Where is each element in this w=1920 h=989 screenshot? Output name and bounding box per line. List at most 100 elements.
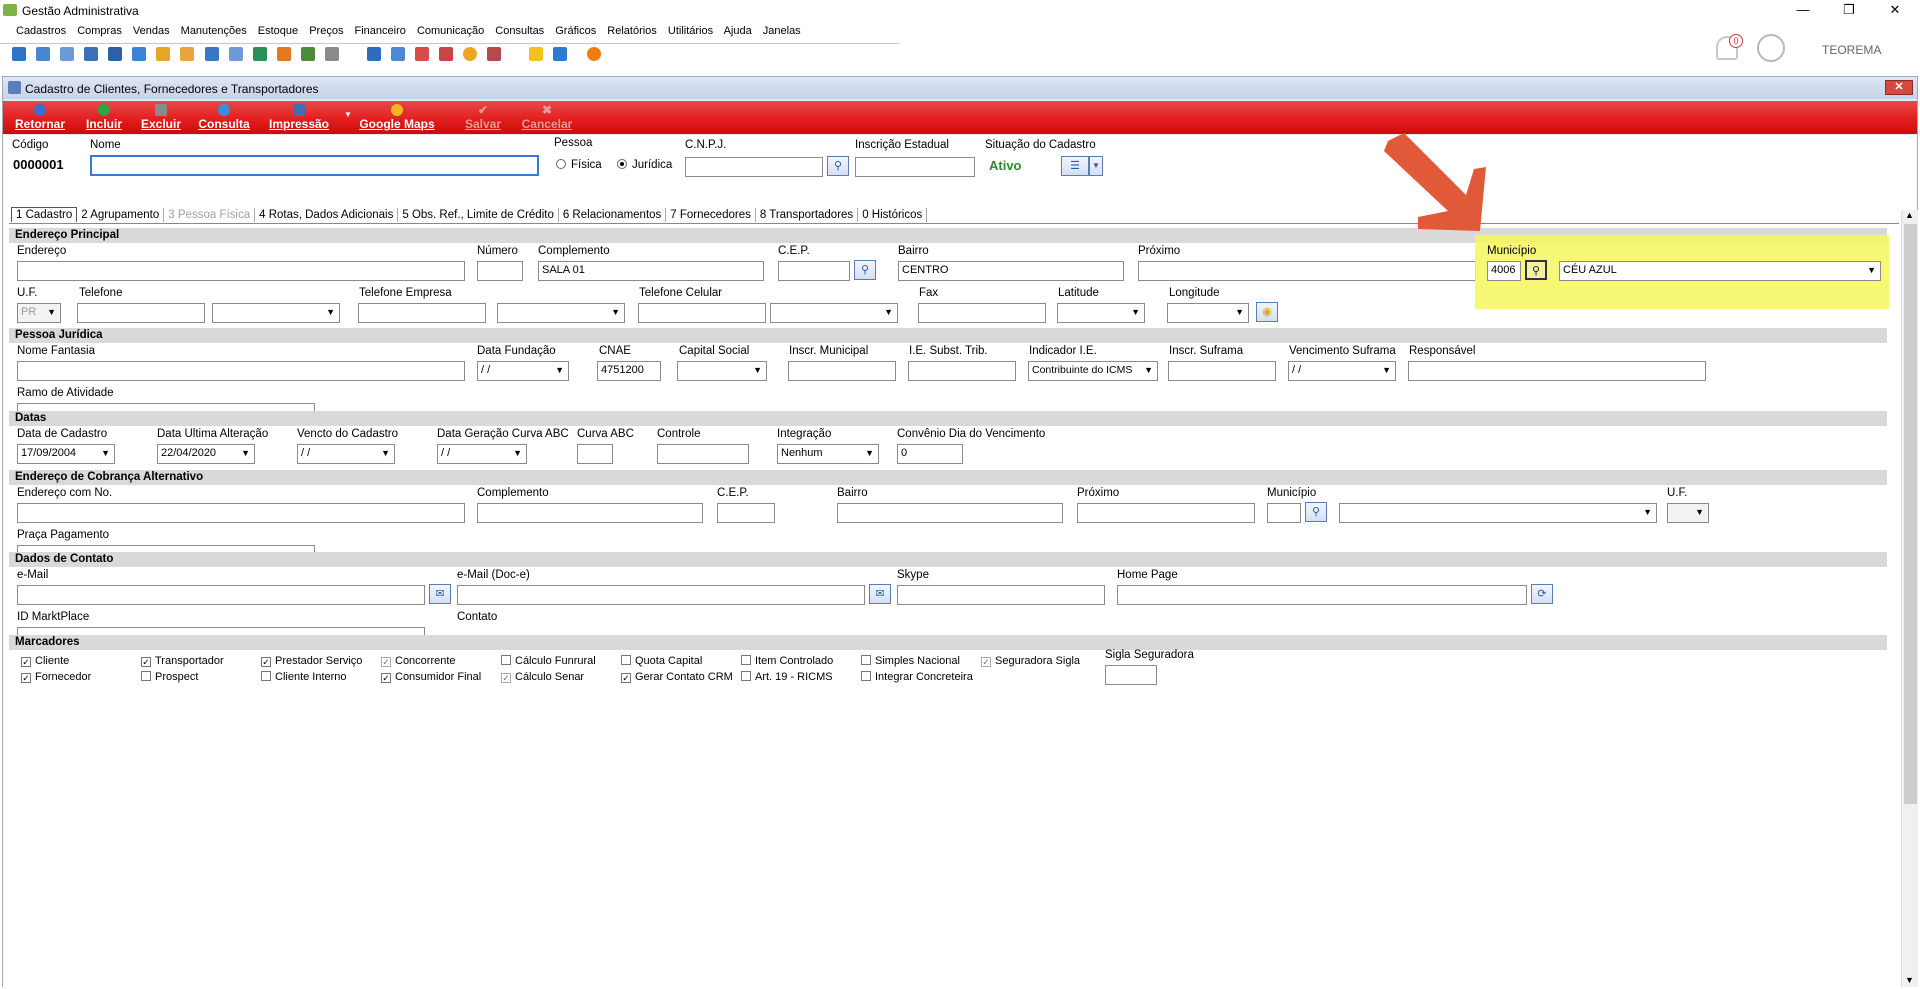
curva-data-input[interactable]: / / xyxy=(437,444,527,464)
info-icon[interactable] xyxy=(553,47,568,61)
chart-icon[interactable] xyxy=(487,47,502,61)
menu-graficos[interactable]: Gráficos xyxy=(555,25,596,37)
checkbox-c-lculo-funrural[interactable]: Cálculo Funrural xyxy=(501,655,596,667)
calendar-alt-icon[interactable] xyxy=(439,47,454,61)
impressao-button[interactable]: Impressão xyxy=(265,101,333,134)
tab-historicos[interactable]: 0 Históricos xyxy=(858,208,928,222)
pessoa-juridica-radio[interactable]: Jurídica xyxy=(617,159,672,171)
menu-janelas[interactable]: Janelas xyxy=(763,25,801,37)
integracao-select[interactable]: Nenhum xyxy=(777,444,879,464)
homepage-input[interactable] xyxy=(1117,585,1527,605)
latitude-select[interactable] xyxy=(1057,303,1145,323)
data-alteracao-input[interactable]: 22/04/2020 xyxy=(157,444,255,464)
cnpj-lookup-icon[interactable]: ⚲ xyxy=(827,156,849,176)
menu-vendas[interactable]: Vendas xyxy=(133,25,170,37)
municipio-code-input[interactable]: 4006 xyxy=(1487,261,1521,281)
vertical-scrollbar[interactable]: ▲ ▼ xyxy=(1901,210,1918,987)
consulta-button[interactable]: Consulta xyxy=(197,101,251,134)
data-fundacao-input[interactable]: / / xyxy=(477,361,569,381)
incluir-button[interactable]: Incluir xyxy=(83,101,125,134)
cobranca-municipio-code-input[interactable] xyxy=(1267,503,1301,523)
coins-icon[interactable] xyxy=(156,47,171,61)
cobranca-bairro-input[interactable] xyxy=(837,503,1063,523)
inscr-municipal-input[interactable] xyxy=(788,361,896,381)
window-icon[interactable] xyxy=(366,47,381,61)
minimize-button[interactable]: — xyxy=(1780,0,1826,22)
menu-precos[interactable]: Preços xyxy=(309,25,343,37)
telefone-type-select[interactable] xyxy=(212,303,340,323)
checkbox-cliente[interactable]: ✓ Cliente xyxy=(21,655,69,667)
tab-pessoa-fisica[interactable]: 3 Pessoa Física xyxy=(164,208,256,222)
telefone-input[interactable] xyxy=(77,303,205,323)
telefone-celular-input[interactable] xyxy=(638,303,766,323)
cobranca-uf-select[interactable] xyxy=(1667,503,1709,523)
tab-agrupamento[interactable]: 2 Agrupamento xyxy=(77,208,165,222)
municipio-search-icon[interactable]: ⚲ xyxy=(1525,260,1547,280)
checkbox-seguradora-sigla[interactable]: ✓ Seguradora Sigla xyxy=(981,655,1080,667)
skype-input[interactable] xyxy=(897,585,1105,605)
scroll-up-icon[interactable]: ▲ xyxy=(1905,210,1914,220)
checkbox-integrar-concreteira[interactable]: Integrar Concreteira xyxy=(861,671,973,683)
mdi-close-button[interactable]: ✕ xyxy=(1885,80,1913,95)
checkbox-prestador-servi-o[interactable]: ✓ Prestador Serviço xyxy=(261,655,362,667)
cep-search-icon[interactable]: ⚲ xyxy=(854,260,876,280)
proximo-input[interactable] xyxy=(1138,261,1476,281)
email-doc-input[interactable] xyxy=(457,585,865,605)
power-icon[interactable] xyxy=(587,47,602,61)
scroll-thumb[interactable] xyxy=(1904,224,1917,804)
folder-icon[interactable] xyxy=(12,47,26,61)
clock-icon[interactable] xyxy=(463,47,478,61)
menu-ajuda[interactable]: Ajuda xyxy=(724,25,752,37)
tab-transportadores[interactable]: 8 Transportadores xyxy=(756,208,859,222)
menu-cadastros[interactable]: Cadastros xyxy=(16,25,66,37)
data-cadastro-input[interactable]: 17/09/2004 xyxy=(17,444,115,464)
telefone-empresa-input[interactable] xyxy=(358,303,486,323)
user-avatar-icon[interactable] xyxy=(1757,34,1785,62)
pessoa-fisica-radio[interactable]: Física xyxy=(556,159,602,171)
longitude-select[interactable] xyxy=(1167,303,1249,323)
situacao-filter-icon[interactable]: ☰ xyxy=(1061,156,1089,176)
uf-select[interactable]: PR xyxy=(17,303,61,323)
cep-input[interactable] xyxy=(778,261,850,281)
tab-rotas[interactable]: 4 Rotas, Dados Adicionais xyxy=(255,208,399,222)
email-input[interactable] xyxy=(17,585,425,605)
checkbox-transportador[interactable]: ✓ Transportador xyxy=(141,655,224,667)
checkbox-concorrente[interactable]: ✓ Concorrente xyxy=(381,655,456,667)
menu-compras[interactable]: Compras xyxy=(77,25,122,37)
box-icon[interactable] xyxy=(108,47,123,61)
cnae-input[interactable]: 4751200 xyxy=(597,361,661,381)
cnpj-input[interactable] xyxy=(685,157,823,177)
email-doc-send-icon[interactable]: ✉ xyxy=(869,584,891,604)
calendar-icon[interactable] xyxy=(415,47,429,61)
situacao-dropdown-icon[interactable]: ▼ xyxy=(1089,156,1103,176)
homepage-open-icon[interactable]: ⟳ xyxy=(1531,584,1553,604)
menu-financeiro[interactable]: Financeiro xyxy=(355,25,406,37)
numero-input[interactable] xyxy=(477,261,523,281)
calculator-icon-2[interactable] xyxy=(390,47,405,61)
menu-relatorios[interactable]: Relatórios xyxy=(607,25,657,37)
vencimento-suframa-input[interactable]: / / xyxy=(1288,361,1396,381)
cancelar-button[interactable]: ✖ Cancelar xyxy=(519,101,575,134)
list-icon[interactable] xyxy=(84,47,99,61)
cobranca-cep-input[interactable] xyxy=(717,503,775,523)
menu-utilitarios[interactable]: Utilitários xyxy=(668,25,713,37)
nome-input[interactable] xyxy=(90,155,539,176)
cobranca-endereco-input[interactable] xyxy=(17,503,465,523)
telefone-celular-type-select[interactable] xyxy=(770,303,898,323)
tab-obs-ref[interactable]: 5 Obs. Ref., Limite de Crédito xyxy=(398,208,559,222)
checkbox-quota-capital[interactable]: Quota Capital xyxy=(621,655,702,667)
bairro-input[interactable]: CENTRO xyxy=(898,261,1124,281)
star-icon[interactable] xyxy=(529,47,544,61)
salvar-button[interactable]: ✔ Salvar xyxy=(461,101,505,134)
retornar-button[interactable]: Retornar xyxy=(11,101,69,134)
excluir-button[interactable]: Excluir xyxy=(139,101,183,134)
ie-input[interactable] xyxy=(855,157,975,177)
capital-social-select[interactable] xyxy=(677,361,767,381)
menu-estoque[interactable]: Estoque xyxy=(258,25,298,37)
endereco-input[interactable] xyxy=(17,261,465,281)
cobranca-municipio-select[interactable] xyxy=(1339,503,1657,523)
indicador-ie-select[interactable]: Contribuinte do ICMS xyxy=(1028,361,1158,381)
tab-relacionamentos[interactable]: 6 Relacionamentos xyxy=(559,208,667,222)
checkbox-art-19-ricms[interactable]: Art. 19 - RICMS xyxy=(741,671,833,683)
inscr-suframa-input[interactable] xyxy=(1168,361,1276,381)
